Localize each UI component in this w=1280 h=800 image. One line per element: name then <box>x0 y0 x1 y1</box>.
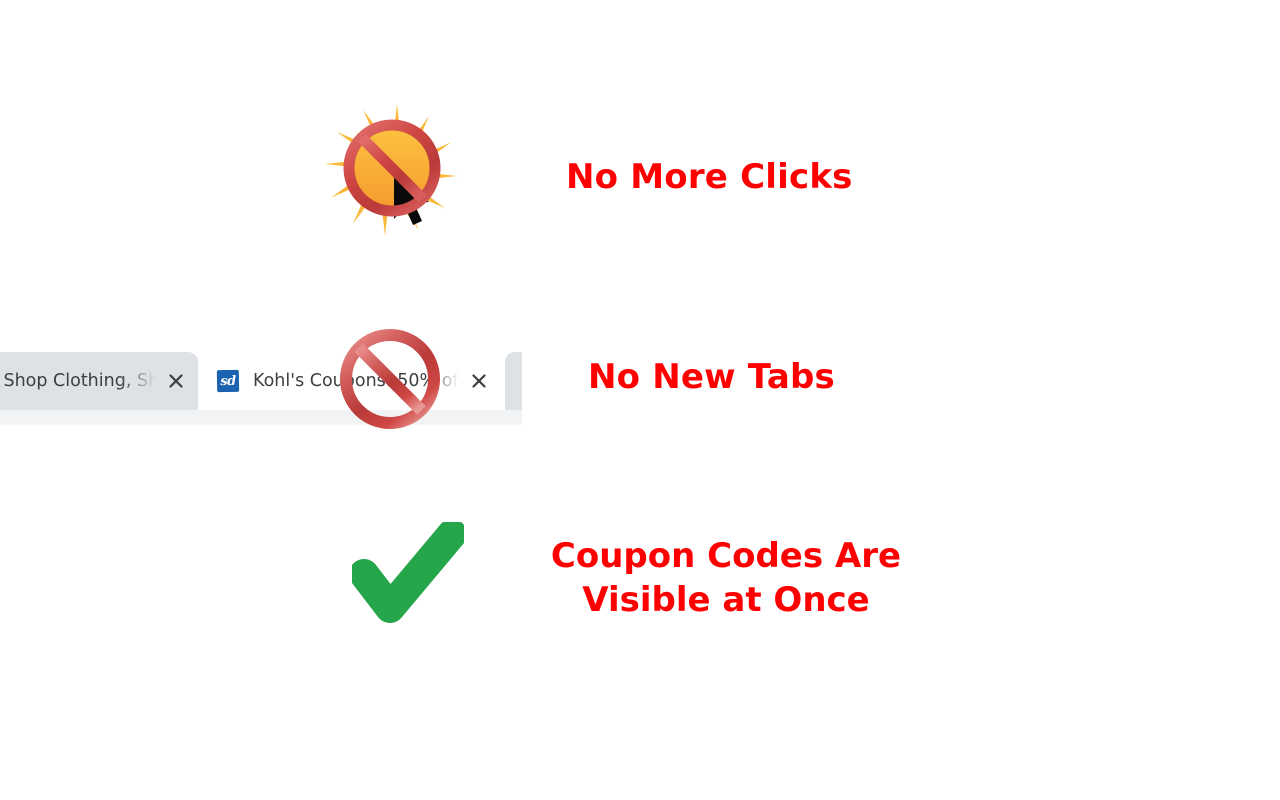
favicon-label: sd <box>220 373 236 389</box>
green-checkmark-icon <box>349 519 467 626</box>
feature-label-no-new-tabs: No New Tabs <box>588 357 835 397</box>
feature-label-coupon-codes: Coupon Codes Are Visible at Once <box>542 534 910 622</box>
feature-label-no-more-clicks: No More Clicks <box>566 157 853 197</box>
browser-tab-previous[interactable]: | Shop Clothing, Sho <box>0 352 198 410</box>
prohibition-sign-icon <box>339 328 441 430</box>
browser-tab-strip: | Shop Clothing, Sho sd Kohl's Coupons: … <box>0 348 522 426</box>
toolbar-shadow <box>0 423 522 426</box>
browser-tab-next[interactable] <box>505 352 522 410</box>
feature-label-coupon-codes-line2: Visible at Once <box>582 580 870 620</box>
browser-toolbar-strip <box>0 410 522 423</box>
sunburst-cursor-prohibited-icon <box>303 98 483 238</box>
close-icon[interactable] <box>164 369 188 393</box>
browser-tab-previous-title: | Shop Clothing, Sho <box>0 371 156 391</box>
close-icon[interactable] <box>467 369 491 393</box>
slickdeals-favicon-icon: sd <box>216 369 240 393</box>
feature-label-coupon-codes-line1: Coupon Codes Are <box>550 536 902 576</box>
promo-graphic: No More Clicks | Shop Clothing, Sho sd K… <box>0 0 1280 800</box>
